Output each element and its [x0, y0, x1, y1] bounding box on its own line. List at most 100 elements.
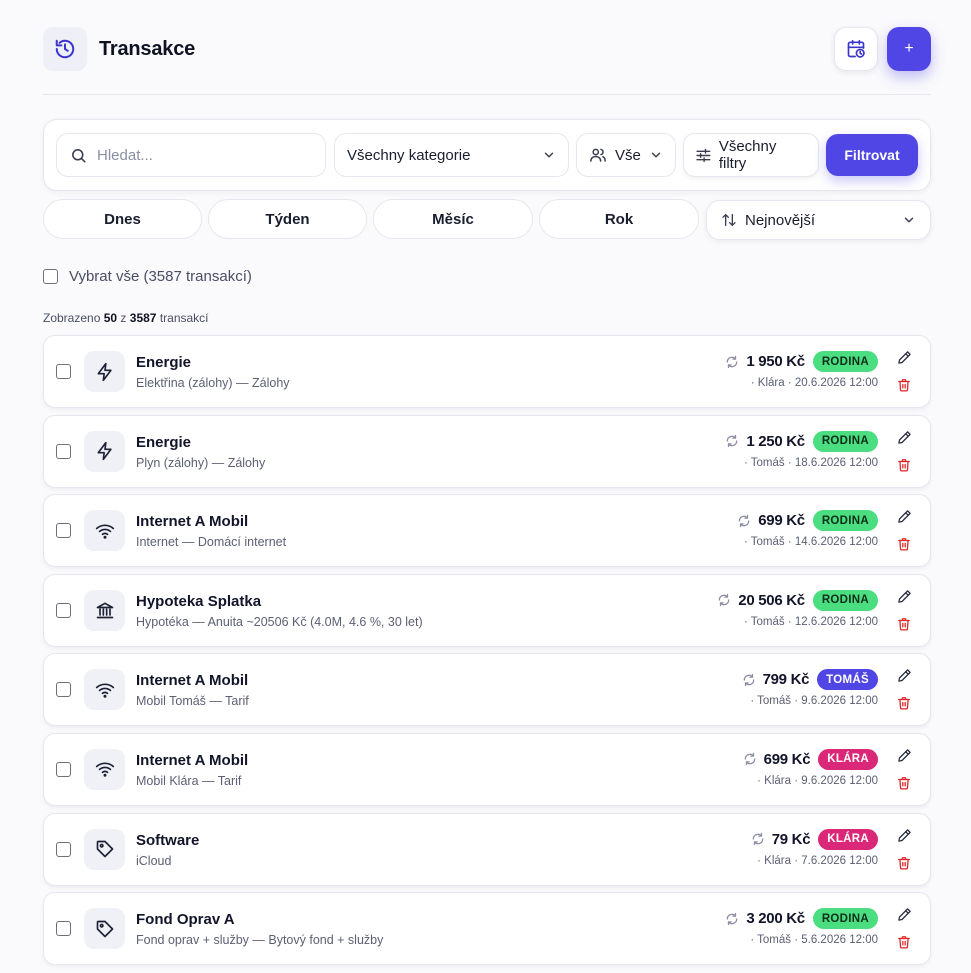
category-select[interactable]: Všechny kategorie	[334, 133, 569, 177]
wifi-icon	[84, 748, 125, 790]
results-summary: Zobrazeno 50 z 3587 transakcí	[43, 311, 209, 325]
transaction-row[interactable]: Hypoteka Splatka Hypotéka — Anuita ~2050…	[43, 573, 931, 647]
delete-button[interactable]	[897, 537, 911, 551]
transaction-row[interactable]: Energie Plyn (zálohy) — Zálohy 1 250 Kč …	[43, 414, 931, 488]
pencil-icon	[898, 828, 911, 842]
transaction-meta: · Tomáš · 14.6.2026 12:00	[743, 536, 878, 549]
search-placeholder: Hledat...	[97, 146, 153, 164]
transaction-title: Software	[136, 831, 200, 849]
row-checkbox[interactable]	[56, 761, 71, 777]
transaction-row[interactable]: Internet A Mobil Mobil Tomáš — Tarif 799…	[43, 653, 931, 727]
tag-icon	[84, 828, 125, 870]
transaction-row[interactable]: Software iCloud 79 Kč KLÁRA · Klára · 7.…	[43, 812, 931, 886]
all-filters-button[interactable]: Všechny filtry	[683, 133, 819, 177]
sort-select[interactable]: Nejnovější	[706, 200, 931, 240]
period-year[interactable]: Rok	[539, 199, 699, 239]
row-checkbox[interactable]	[56, 443, 71, 459]
delete-button[interactable]	[897, 378, 911, 392]
edit-button[interactable]	[897, 668, 912, 683]
search-icon	[72, 148, 86, 163]
owner-badge: TOMÁŠ	[817, 669, 878, 691]
sort-select-value: Nejnovější	[745, 211, 816, 229]
row-checkbox[interactable]	[56, 841, 71, 857]
category-select-value: Všechny kategorie	[347, 146, 471, 164]
transaction-meta: · Tomáš · 9.6.2026 12:00	[750, 695, 878, 708]
recurring-icon	[743, 673, 754, 687]
delete-button[interactable]	[897, 617, 911, 631]
delete-button[interactable]	[897, 696, 911, 710]
transaction-title: Hypoteka Splatka	[136, 592, 262, 610]
transaction-subtitle: Fond oprav + služby — Bytový fond + služ…	[136, 933, 384, 948]
transaction-subtitle: iCloud	[136, 853, 172, 868]
owner-badge: RODINA	[812, 589, 878, 611]
period-today[interactable]: Dnes	[43, 199, 202, 239]
summary-prefix: Zobrazeno	[43, 311, 101, 325]
row-checkbox[interactable]	[56, 523, 71, 539]
calendar-clock-icon	[847, 39, 865, 58]
summary-suffix: transakcí	[159, 311, 209, 325]
pencil-icon	[898, 510, 911, 523]
pencil-icon	[898, 430, 911, 444]
delete-button[interactable]	[897, 458, 911, 472]
tag-icon	[84, 908, 125, 950]
row-checkbox[interactable]	[56, 364, 71, 379]
pencil-icon	[898, 351, 911, 364]
sort-arrows-icon	[722, 214, 736, 226]
transaction-title: Internet A Mobil	[136, 513, 249, 531]
bank-icon	[84, 589, 125, 631]
recurring-icon	[738, 514, 750, 527]
transaction-meta: · Klára · 7.6.2026 12:00	[757, 854, 878, 867]
bolt-icon	[84, 351, 125, 392]
calendar-button[interactable]	[834, 27, 878, 71]
recurring-icon	[744, 753, 755, 766]
edit-button[interactable]	[897, 907, 912, 922]
delete-button[interactable]	[897, 776, 911, 790]
edit-button[interactable]	[897, 350, 912, 365]
edit-button[interactable]	[897, 748, 912, 763]
transaction-row[interactable]: Internet A Mobil Internet — Domácí inter…	[43, 494, 931, 568]
transaction-subtitle: Internet — Domácí internet	[136, 535, 287, 550]
edit-button[interactable]	[897, 430, 912, 445]
users-icon	[590, 148, 606, 162]
row-checkbox[interactable]	[56, 682, 71, 698]
transaction-meta: · Klára · 9.6.2026 12:00	[757, 774, 878, 787]
person-select[interactable]: Vše	[576, 133, 676, 177]
transaction-title: Energie	[136, 433, 192, 451]
person-select-value: Vše	[615, 146, 641, 164]
transaction-title: Fond Oprav A	[136, 911, 235, 929]
add-transaction-button[interactable]: +	[887, 27, 931, 71]
sliders-icon	[696, 148, 711, 162]
row-checkbox[interactable]	[56, 921, 71, 937]
search-input[interactable]: Hledat...	[56, 133, 326, 177]
row-checkbox[interactable]	[56, 602, 71, 618]
transaction-amount: 699 Kč	[758, 512, 805, 530]
period-week[interactable]: Týden	[208, 199, 367, 239]
transaction-row[interactable]: Fond Oprav A Fond oprav + služby — Bytov…	[43, 892, 931, 966]
summary-shown-count: 50	[103, 311, 118, 325]
trash-icon	[898, 777, 910, 790]
edit-button[interactable]	[897, 589, 912, 604]
period-month[interactable]: Měsíc	[373, 199, 533, 239]
transaction-row[interactable]: Energie Elektřina (zálohy) — Zálohy 1 95…	[43, 335, 931, 408]
trash-icon	[898, 538, 910, 551]
transaction-subtitle: Mobil Klára — Tarif	[136, 773, 242, 788]
edit-button[interactable]	[897, 509, 912, 524]
owner-badge: RODINA	[812, 510, 878, 532]
trash-icon	[898, 856, 910, 870]
transaction-meta: · Tomáš · 18.6.2026 12:00	[743, 456, 878, 469]
wifi-icon	[84, 510, 125, 552]
owner-badge: RODINA	[812, 351, 878, 372]
bolt-icon	[84, 430, 125, 472]
delete-button[interactable]	[897, 935, 911, 949]
transaction-subtitle: Elektřina (zálohy) — Zálohy	[136, 376, 290, 390]
edit-button[interactable]	[897, 828, 912, 843]
page-title: Transakce	[99, 37, 196, 60]
transaction-subtitle: Mobil Tomáš — Tarif	[136, 694, 249, 709]
owner-badge: KLÁRA	[818, 828, 878, 850]
transaction-list: Energie Elektřina (zálohy) — Zálohy 1 95…	[43, 335, 931, 972]
delete-button[interactable]	[897, 856, 911, 870]
select-all-checkbox[interactable]	[43, 269, 58, 284]
filter-submit-button[interactable]: Filtrovat	[826, 134, 918, 176]
transaction-row[interactable]: Internet A Mobil Mobil Klára — Tarif 699…	[43, 732, 931, 806]
trash-icon	[898, 697, 910, 710]
